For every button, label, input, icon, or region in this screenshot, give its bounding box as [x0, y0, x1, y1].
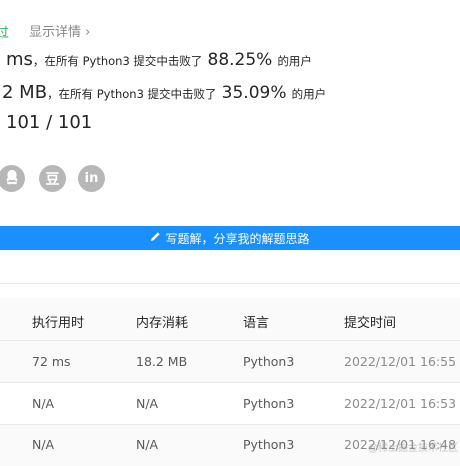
linkedin-share-button[interactable]: in [78, 165, 105, 192]
row-memory[interactable]: 18.2 MB [136, 354, 187, 369]
row-runtime[interactable]: N/A [32, 437, 54, 452]
column-runtime[interactable]: 执行用时 [32, 312, 84, 331]
row-runtime[interactable]: N/A [32, 396, 54, 411]
memory-percent: 35.09% [221, 83, 287, 103]
row-language[interactable]: Python3 [243, 437, 294, 452]
douban-share-button[interactable]: 豆 [39, 165, 66, 192]
linkedin-icon: in [84, 171, 99, 186]
row-runtime[interactable]: 72 ms [32, 354, 71, 369]
memory-prefix: ，在所有 Python3 提交中击败了 [47, 87, 217, 101]
runtime-value: ms [6, 49, 33, 70]
runtime-prefix: ，在所有 Python3 提交中击败了 [32, 54, 203, 68]
write-solution-label: 写题解，分享我的解题思路 [165, 231, 310, 246]
runtime-suffix: 的用户 [277, 54, 312, 68]
row-language[interactable]: Python3 [243, 396, 294, 411]
memory-stat: 2 MB，在所有 Python3 提交中击败了 35.09% 的用户 [2, 82, 326, 103]
column-memory[interactable]: 内存消耗 [136, 312, 188, 331]
show-details-link[interactable]: 显示详情 › [29, 21, 90, 40]
result-status: 过 [0, 26, 10, 41]
qq-share-button[interactable] [0, 165, 25, 192]
row-language[interactable]: Python3 [243, 354, 294, 369]
watermark: @稀土掘金技术社区 [368, 443, 458, 454]
row-submit-time: 2022/12/01 16:53 [344, 396, 457, 411]
testcases-passed: 101 / 101 [6, 112, 93, 133]
column-submit-time[interactable]: 提交时间 [344, 312, 396, 331]
write-solution-button[interactable]: 写题解，分享我的解题思路 [0, 226, 460, 250]
section-divider [0, 283, 460, 284]
column-language[interactable]: 语言 [243, 312, 269, 331]
runtime-stat: ms，在所有 Python3 提交中击败了 88.25% 的用户 [6, 49, 312, 70]
runtime-percent: 88.25% [207, 50, 273, 70]
memory-suffix: 的用户 [291, 87, 327, 101]
row-memory[interactable]: N/A [136, 437, 158, 452]
pencil-icon [150, 231, 161, 245]
douban-icon: 豆 [45, 171, 60, 188]
row-memory[interactable]: N/A [136, 396, 158, 411]
memory-value: 2 MB [2, 82, 48, 103]
row-submit-time: 2022/12/01 16:55 [344, 354, 457, 369]
qq-icon [5, 169, 19, 189]
